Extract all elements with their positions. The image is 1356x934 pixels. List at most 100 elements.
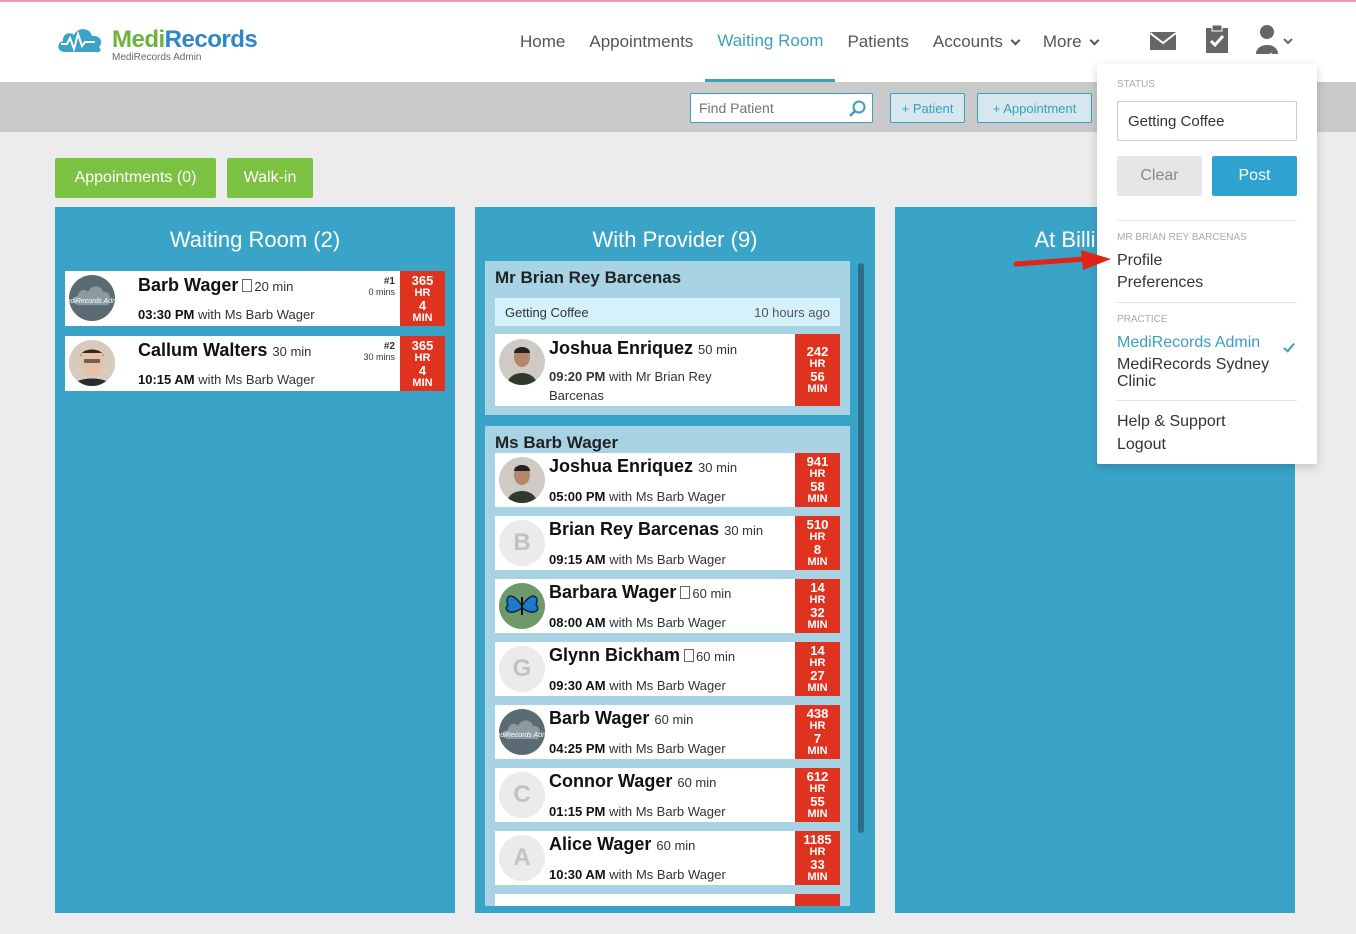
patient-card[interactable]: Joshua Enriquez 30 min 05:00 PM with Ms … xyxy=(495,453,840,507)
preferences-link[interactable]: Preferences xyxy=(1117,274,1203,291)
chevron-down-icon xyxy=(1010,35,1021,45)
wait-timer-badge: 612 HR 55 MIN xyxy=(795,768,840,822)
walkin-filter-button[interactable]: Walk-in xyxy=(227,158,313,198)
avatar xyxy=(499,583,545,629)
patient-card[interactable]: Joshua Enriquez 50 min 09:20 PM with Mr … xyxy=(495,334,840,406)
patient-name: Joshua Enriquez 30 min xyxy=(549,456,738,476)
add-appointment-button[interactable]: + Appointment xyxy=(977,93,1092,123)
nav-appointments[interactable]: Appointments xyxy=(577,2,705,82)
practice-medirecords-admin[interactable]: MediRecords Admin xyxy=(1117,334,1260,351)
red-arrow-annotation-icon xyxy=(1013,250,1111,270)
avatar xyxy=(499,339,545,385)
logout-link[interactable]: Logout xyxy=(1117,436,1166,453)
appointment-time: 09:15 AM with Ms Barb Wager xyxy=(549,552,726,567)
wait-timer-badge xyxy=(795,894,840,906)
status-label: STATUS xyxy=(1117,79,1155,90)
patient-name: Barb Wager 60 min xyxy=(549,708,694,728)
queue-position: #1 0 mins xyxy=(368,276,395,297)
wait-timer-badge: 941 HR 58 MIN xyxy=(795,453,840,507)
appointment-time: 03:30 PM with Ms Barb Wager xyxy=(138,307,315,322)
cloud-logo-icon xyxy=(58,29,102,53)
wait-timer-badge: 14 HR 27 MIN xyxy=(795,642,840,696)
appointment-time: 09:30 AM with Ms Barb Wager xyxy=(549,678,726,693)
with-provider-title: With Provider (9) xyxy=(592,227,758,252)
wait-timer-badge: 242 HR 56 MIN xyxy=(795,334,840,406)
nav-accounts[interactable]: Accounts xyxy=(921,2,1031,82)
patient-card[interactable]: MediRecords Admin Barb Wager20 min 03:30… xyxy=(65,271,445,326)
user-name-label: MR BRIAN REY BARCENAS xyxy=(1117,232,1247,243)
appointment-time: 04:25 PM with Ms Barb Wager xyxy=(549,741,726,756)
wait-timer-badge: 365 HR 4 MIN xyxy=(400,271,445,326)
patient-card[interactable]: A Alice Wager 60 min 10:30 AM with Ms Ba… xyxy=(495,831,840,885)
brand-subtitle: MediRecords Admin xyxy=(112,52,202,63)
checkmark-icon xyxy=(1283,340,1295,353)
post-status-button[interactable]: Post xyxy=(1212,156,1297,196)
wait-timer-badge: 438 HR 7 MIN xyxy=(795,705,840,759)
provider-name: Ms Barb Wager xyxy=(495,433,619,452)
brand-name: MediRecords xyxy=(112,26,258,53)
provider-status: Getting Coffee 10 hours ago xyxy=(495,298,840,326)
divider xyxy=(1117,302,1297,303)
user-menu-icon[interactable] xyxy=(1255,24,1299,56)
medirecords-logo[interactable]: MediRecords MediRecords Admin xyxy=(55,24,275,66)
main-nav: Home Appointments Waiting Room Patients … xyxy=(508,2,1110,82)
search-icon[interactable] xyxy=(849,100,867,118)
patient-card[interactable]: B Brian Rey Barcenas 30 min 09:15 AM wit… xyxy=(495,516,840,570)
waiting-room-column: Waiting Room (2) MediRecords Admin Barb … xyxy=(55,207,455,913)
patient-name: Glynn Bickham 60 min xyxy=(549,645,736,665)
clipboard-check-icon[interactable] xyxy=(1203,24,1231,54)
wait-timer-badge: 365 HR 4 MIN xyxy=(400,336,445,391)
column-scrollbar[interactable] xyxy=(858,263,864,833)
patient-card[interactable]: MediRecords Admin Barb Wager 60 min 04:2… xyxy=(495,705,840,759)
patient-name: Barbara Wager 60 min xyxy=(549,582,732,602)
divider xyxy=(1117,400,1297,401)
appointments-filter-button[interactable]: Appointments (0) xyxy=(55,158,216,198)
patient-name: Brian Rey Barcenas 30 min xyxy=(549,519,764,539)
nav-waiting-room[interactable]: Waiting Room xyxy=(705,2,836,82)
avatar: C xyxy=(499,772,545,818)
patient-card[interactable]: Callum Walters 30 min 10:15 AM with Ms B… xyxy=(65,336,445,391)
user-dropdown-menu: STATUS Clear Post MR BRIAN REY BARCENAS … xyxy=(1097,64,1317,464)
avatar-logo-text: MediRecords Admin xyxy=(69,298,115,305)
avatar: G xyxy=(499,646,545,692)
document-icon xyxy=(242,279,253,292)
patient-name: Connor Wager 60 min xyxy=(549,771,717,791)
avatar xyxy=(69,340,115,386)
patient-card[interactable]: C Connor Wager 60 min 01:15 PM with Ms B… xyxy=(495,768,840,822)
patient-card[interactable]: G Glynn Bickham 60 min 09:30 AM with Ms B… xyxy=(495,642,840,696)
queue-position: #2 30 mins xyxy=(363,341,395,362)
patient-card[interactable] xyxy=(495,894,840,906)
waiting-room-title: Waiting Room (2) xyxy=(169,227,341,252)
avatar: A xyxy=(499,835,545,881)
patient-name: Callum Walters 30 min xyxy=(138,340,312,360)
avatar: MediRecords Admin xyxy=(499,709,545,755)
find-patient-input[interactable] xyxy=(690,93,873,123)
status-input[interactable] xyxy=(1117,101,1297,141)
nav-patients[interactable]: Patients xyxy=(835,2,920,82)
document-icon xyxy=(684,649,695,662)
clear-status-button[interactable]: Clear xyxy=(1117,156,1202,196)
profile-link[interactable]: Profile xyxy=(1117,252,1162,269)
nav-home[interactable]: Home xyxy=(508,2,577,82)
avatar: MediRecords Admin xyxy=(69,275,115,321)
appointment-time: 10:30 AM with Ms Barb Wager xyxy=(549,867,726,882)
avatar xyxy=(499,457,545,503)
help-support-link[interactable]: Help & Support xyxy=(1117,413,1226,430)
patient-card[interactable]: Barbara Wager 60 min 08:00 AM with Ms Bar… xyxy=(495,579,840,633)
provider-group: Mr Brian Rey Barcenas Getting Coffee 10 … xyxy=(485,261,850,415)
avatar-logo-text: MediRecords Admin xyxy=(499,732,545,739)
mail-icon[interactable] xyxy=(1149,28,1177,54)
add-patient-button[interactable]: + Patient xyxy=(890,93,965,123)
document-icon xyxy=(680,586,691,599)
wait-timer-badge: 1185 HR 33 MIN xyxy=(795,831,840,885)
provider-group: Ms Barb Wager Joshua Enriquez 30 min 05:… xyxy=(485,426,850,906)
patient-name: Alice Wager 60 min xyxy=(549,834,696,854)
wait-timer-badge: 14 HR 32 MIN xyxy=(795,579,840,633)
appointment-time: 01:15 PM with Ms Barb Wager xyxy=(549,804,726,819)
practice-label: PRACTICE xyxy=(1117,314,1168,325)
chevron-down-icon xyxy=(1089,35,1100,45)
appointment-time: 08:00 AM with Ms Barb Wager xyxy=(549,615,726,630)
appointment-time: 05:00 PM with Ms Barb Wager xyxy=(549,489,726,504)
with-provider-column: With Provider (9) Mr Brian Rey Barcenas … xyxy=(475,207,875,913)
practice-medirecords-sydney[interactable]: MediRecords Sydney Clinic xyxy=(1117,356,1269,390)
